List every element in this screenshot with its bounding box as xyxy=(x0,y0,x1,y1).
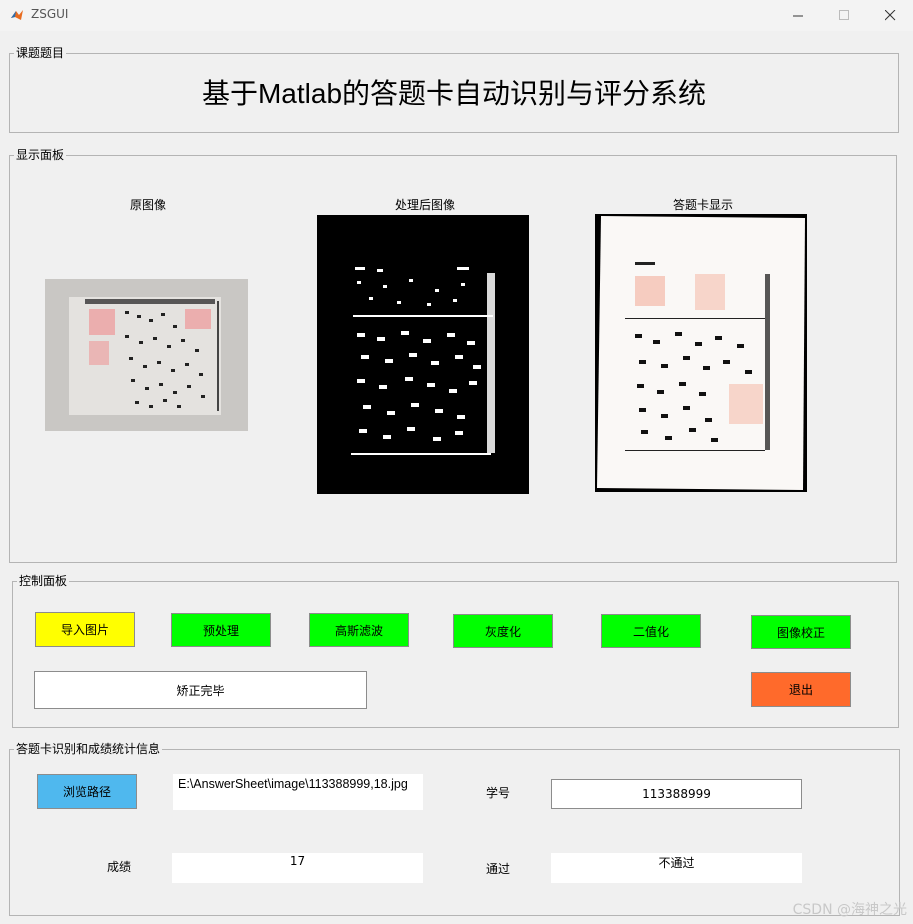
processed-image-caption: 处理后图像 xyxy=(394,198,455,212)
close-icon xyxy=(884,10,895,21)
score-value: 17 xyxy=(289,854,306,868)
pass-label: 通过 xyxy=(486,862,511,876)
student-id-label: 学号 xyxy=(486,786,511,800)
window-title: ZSGUI xyxy=(31,7,69,21)
display-panel-label: 显示面板 xyxy=(14,147,67,163)
student-id-value: 113388999 xyxy=(642,787,711,801)
page-title: 基于Matlab的答题卡自动识别与评分系统 xyxy=(201,78,707,109)
student-id-field[interactable]: 113388999 xyxy=(551,779,802,809)
control-panel-label: 控制面板 xyxy=(17,573,70,589)
path-field[interactable]: E:\AnswerSheet\image\113388999,18.jpg xyxy=(173,774,423,810)
answer-sheet-caption: 答题卡显示 xyxy=(672,198,733,212)
window-titlebar: ZSGUI xyxy=(0,0,913,31)
score-label: 成绩 xyxy=(107,860,132,874)
path-value: E:\AnswerSheet\image\113388999,18.jpg xyxy=(178,777,408,791)
image-correction-button[interactable]: 图像校正 xyxy=(751,615,851,649)
gaussian-filter-button[interactable]: 高斯滤波 xyxy=(309,613,409,647)
maximize-button[interactable] xyxy=(821,0,867,31)
processed-image xyxy=(317,215,529,494)
result-panel: 答题卡识别和成绩统计信息 xyxy=(9,741,900,916)
pass-field[interactable]: 不通过 xyxy=(551,853,802,883)
grayscale-button[interactable]: 灰度化 xyxy=(453,614,553,648)
score-field[interactable]: 17 xyxy=(172,853,423,883)
close-button[interactable] xyxy=(867,0,913,31)
original-image xyxy=(45,279,248,431)
title-panel: 课题题目 基于Matlab的答题卡自动识别与评分系统 xyxy=(9,45,899,133)
answer-sheet-image xyxy=(595,214,807,492)
title-panel-label: 课题题目 xyxy=(14,45,67,61)
minimize-button[interactable] xyxy=(775,0,821,31)
status-text: 矫正完毕 xyxy=(176,683,225,698)
exit-button[interactable]: 退出 xyxy=(751,672,851,707)
status-display: 矫正完毕 xyxy=(34,671,367,709)
result-panel-label: 答题卡识别和成绩统计信息 xyxy=(14,741,163,757)
minimize-icon xyxy=(792,15,803,17)
maximize-icon xyxy=(838,10,849,20)
original-image-caption: 原图像 xyxy=(129,198,166,212)
watermark: CSDN @海神之光 xyxy=(792,902,907,918)
browse-path-button[interactable]: 浏览路径 xyxy=(37,774,137,809)
matlab-icon xyxy=(11,10,23,20)
preprocess-button[interactable]: 预处理 xyxy=(171,613,271,647)
import-image-button[interactable]: 导入图片 xyxy=(35,612,135,647)
binarize-button[interactable]: 二值化 xyxy=(601,614,701,648)
pass-value: 不通过 xyxy=(658,856,695,870)
